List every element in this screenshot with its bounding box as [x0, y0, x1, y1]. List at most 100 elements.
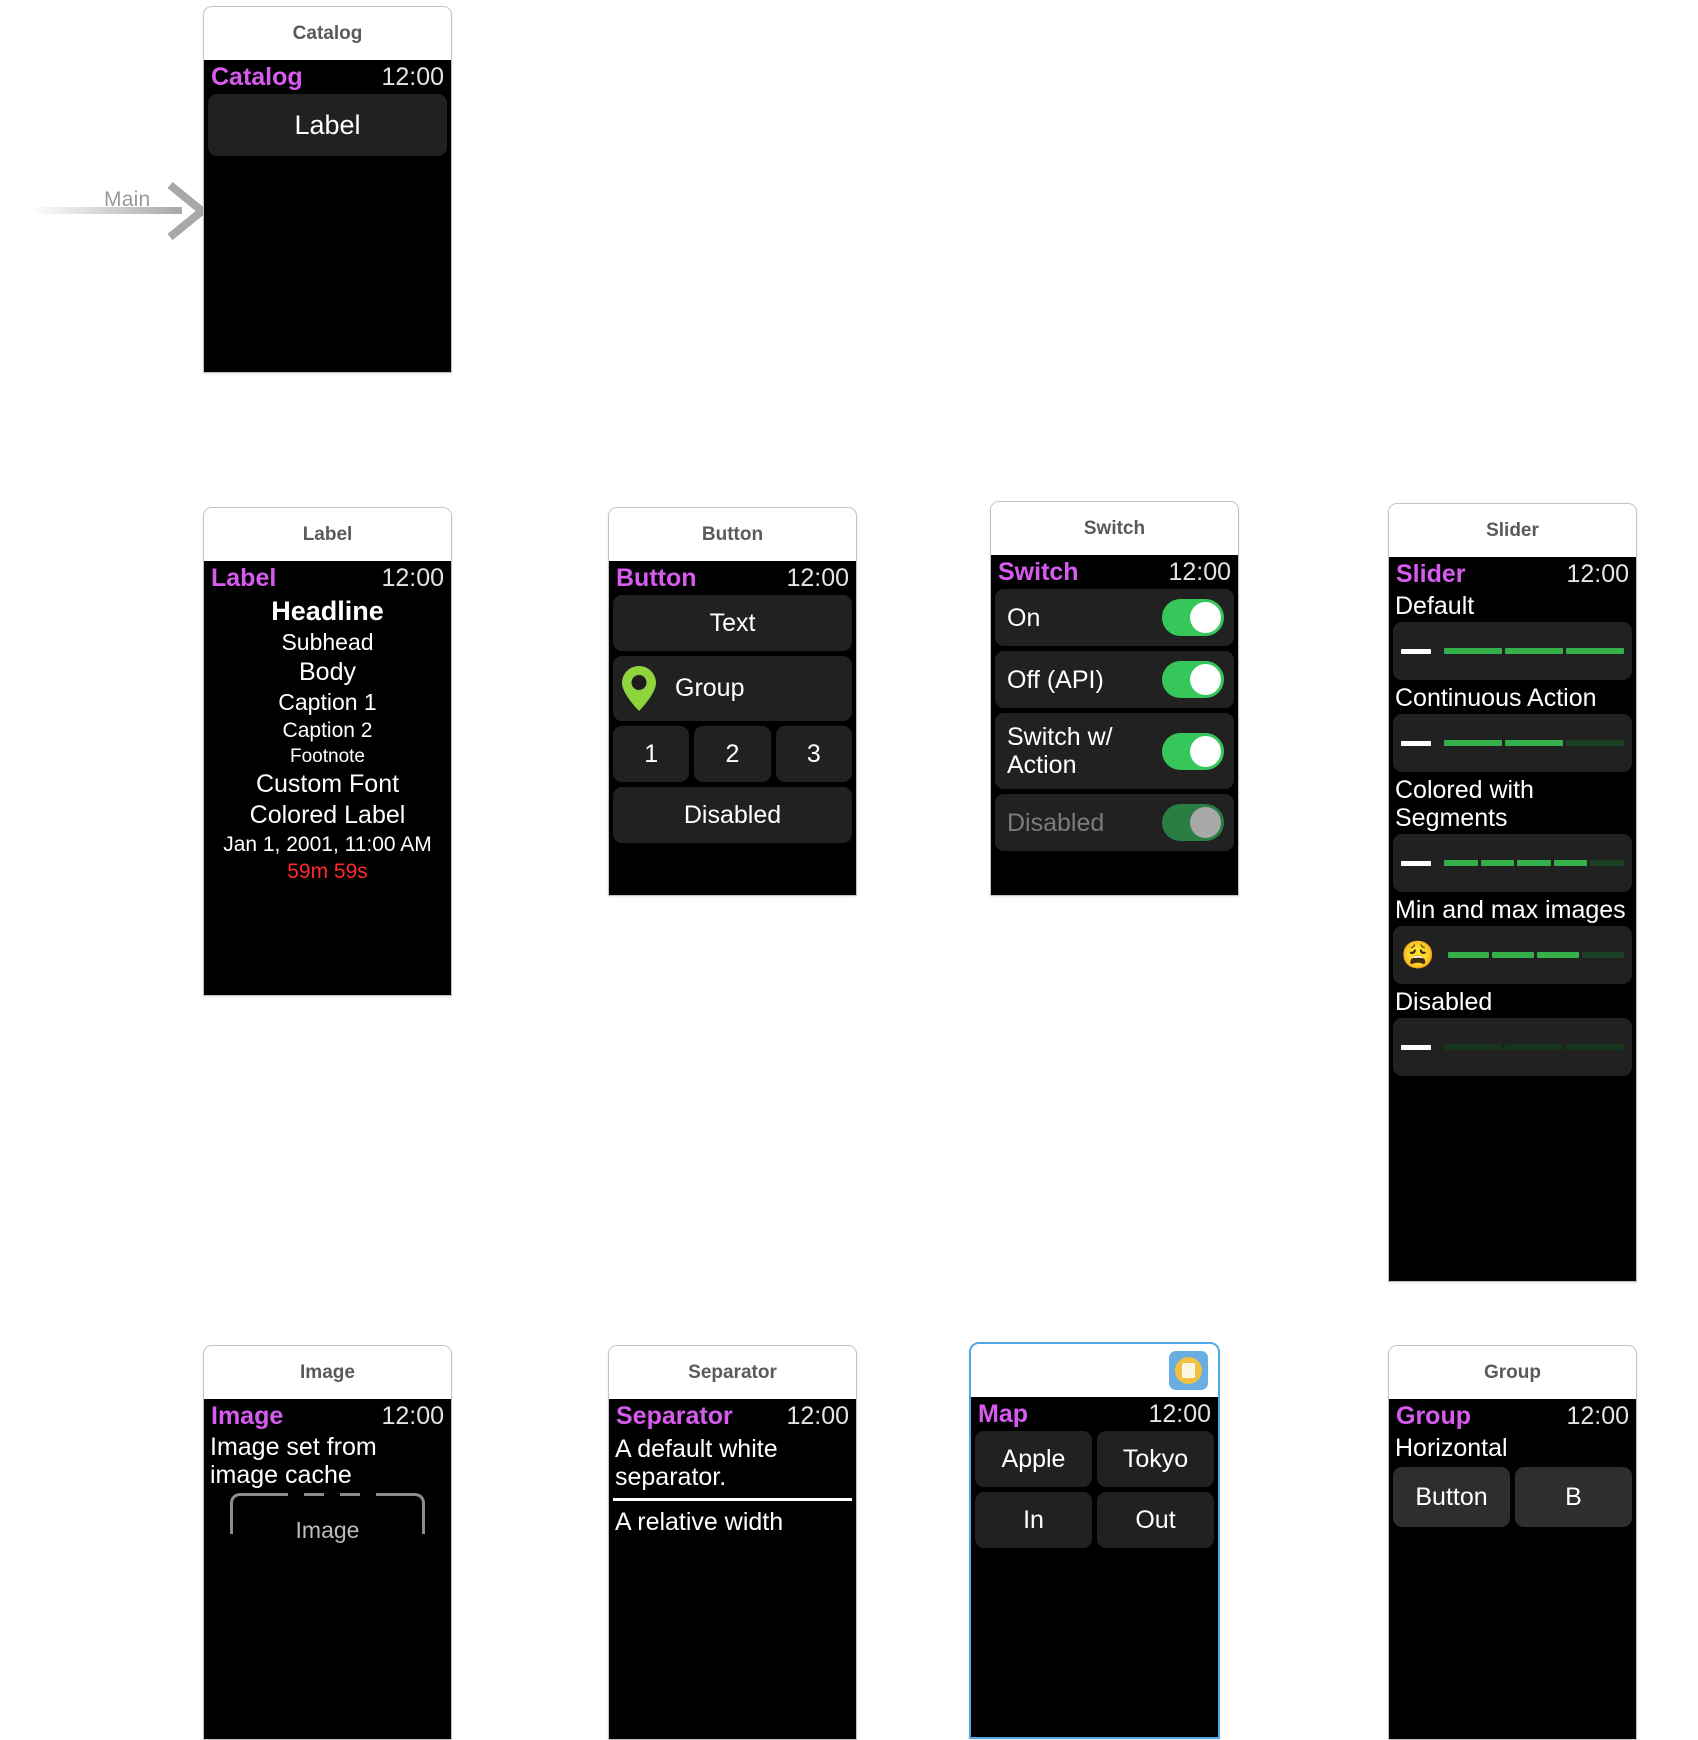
- status-title: Separator: [616, 1401, 733, 1430]
- slider-disabled[interactable]: [1393, 1018, 1632, 1076]
- placeholder-corner-top-left: [230, 1493, 271, 1534]
- group-button[interactable]: Group: [613, 656, 852, 721]
- status-time: 12:00: [786, 563, 849, 592]
- scene-map[interactable]: Map 12:00 Apple Tokyo In Out: [969, 1342, 1220, 1739]
- watch-screen-map[interactable]: Map 12:00 Apple Tokyo In Out: [971, 1397, 1218, 1737]
- screen-body: Apple Tokyo In Out: [971, 1431, 1218, 1548]
- scene-group[interactable]: Group Group 12:00 Horizontal Button B: [1388, 1345, 1637, 1740]
- scene-separator[interactable]: Separator Separator 12:00 A default whit…: [608, 1345, 857, 1740]
- selected-scene-icon[interactable]: [1169, 1351, 1208, 1390]
- scene-titlebar-button[interactable]: Button: [609, 508, 856, 561]
- watch-screen-group[interactable]: Group 12:00 Horizontal Button B: [1389, 1399, 1636, 1739]
- entry-point-arrow: [30, 181, 205, 241]
- minus-icon[interactable]: [1401, 860, 1431, 866]
- separator-text-2: A relative width: [615, 1508, 784, 1536]
- status-title: Group: [1396, 1401, 1471, 1430]
- label-caption-2: Caption 2: [282, 719, 373, 742]
- group-button-1[interactable]: Button: [1393, 1467, 1510, 1527]
- disabled-button[interactable]: Disabled: [613, 787, 852, 843]
- status-time: 12:00: [1148, 1399, 1211, 1428]
- slider-bar[interactable]: [1444, 1044, 1624, 1050]
- status-bar: Label 12:00: [204, 561, 451, 595]
- slider-default[interactable]: [1393, 622, 1632, 680]
- slider-bar[interactable]: [1444, 648, 1624, 654]
- label-colored: Colored Label: [249, 801, 406, 829]
- scene-button[interactable]: Button Button 12:00 Text Group 1 2 3 Dis…: [608, 507, 857, 896]
- switch-row-off-api[interactable]: Off (API): [995, 651, 1234, 708]
- map-button-apple[interactable]: Apple: [975, 1431, 1092, 1487]
- placeholder-dashed-edge: [268, 1493, 387, 1496]
- screen-body: A default white separator. A relative wi…: [609, 1433, 856, 1538]
- scene-catalog[interactable]: Catalog Catalog 12:00 Label: [203, 6, 452, 373]
- map-button-tokyo[interactable]: Tokyo: [1097, 1431, 1214, 1487]
- group-button-2[interactable]: B: [1515, 1467, 1632, 1527]
- slider-continuous-action[interactable]: [1393, 714, 1632, 772]
- slider-colored-segments[interactable]: [1393, 834, 1632, 892]
- slider-bar[interactable]: [1444, 860, 1624, 866]
- scene-title-label: Label: [302, 523, 353, 545]
- badge-inner-shape: [1182, 1363, 1195, 1378]
- switch-toggle[interactable]: [1162, 732, 1224, 770]
- group-caption: Horizontal: [1395, 1434, 1508, 1462]
- scene-titlebar-map[interactable]: [971, 1344, 1218, 1397]
- label-caption-1: Caption 1: [278, 689, 377, 715]
- scene-label[interactable]: Label Label 12:00 Headline Subhead Body …: [203, 507, 452, 996]
- label-subhead: Subhead: [281, 629, 374, 655]
- scene-titlebar-group[interactable]: Group: [1389, 1346, 1636, 1399]
- number-button-3[interactable]: 3: [775, 726, 852, 782]
- watch-screen-button[interactable]: Button 12:00 Text Group 1 2 3 Disabled: [609, 561, 856, 895]
- text-button[interactable]: Text: [613, 595, 852, 651]
- screen-body: Headline Subhead Body Caption 1 Caption …: [204, 595, 451, 885]
- catalog-row-label[interactable]: Label: [208, 94, 447, 156]
- switch-row-disabled[interactable]: Disabled: [995, 794, 1234, 851]
- status-bar: Image 12:00: [204, 1399, 451, 1433]
- watch-screen-label[interactable]: Label 12:00 Headline Subhead Body Captio…: [204, 561, 451, 995]
- scene-title-label: Group: [1484, 1361, 1541, 1383]
- screen-body: Horizontal Button B: [1389, 1433, 1636, 1527]
- toggle-knob: [1190, 664, 1221, 695]
- map-button-in[interactable]: In: [975, 1492, 1092, 1548]
- scene-titlebar-slider[interactable]: Slider: [1389, 504, 1636, 557]
- scene-titlebar-switch[interactable]: Switch: [991, 502, 1238, 555]
- image-placeholder[interactable]: Image: [208, 1493, 447, 1567]
- minus-icon[interactable]: [1401, 740, 1431, 746]
- watch-screen-image[interactable]: Image 12:00 Image set from image cache I…: [204, 1399, 451, 1739]
- watch-screen-catalog[interactable]: Catalog 12:00 Label: [204, 60, 451, 372]
- scene-title-label: Separator: [688, 1361, 777, 1383]
- scene-titlebar-catalog[interactable]: Catalog: [204, 7, 451, 60]
- map-button-grid: Apple Tokyo In Out: [975, 1431, 1214, 1548]
- scene-slider[interactable]: Slider Slider 12:00 Default Continuous A…: [1388, 503, 1637, 1282]
- minus-icon[interactable]: [1401, 1044, 1431, 1050]
- status-title: Map: [978, 1399, 1028, 1428]
- scene-titlebar-image[interactable]: Image: [204, 1346, 451, 1399]
- label-headline: Headline: [271, 596, 384, 626]
- watch-screen-switch[interactable]: Switch 12:00 On Off (API) Switch w/ Acti…: [991, 555, 1238, 895]
- switch-toggle[interactable]: [1162, 599, 1224, 636]
- number-button-1[interactable]: 1: [613, 726, 690, 782]
- switch-row-with-action[interactable]: Switch w/ Action: [995, 713, 1234, 789]
- storyboard-canvas[interactable]: Main Catalog Catalog 12:00 Label Label L…: [0, 0, 1698, 1740]
- switch-row-on[interactable]: On: [995, 589, 1234, 646]
- scene-image[interactable]: Image Image 12:00 Image set from image c…: [203, 1345, 452, 1740]
- scene-titlebar-label[interactable]: Label: [204, 508, 451, 561]
- slider-bar[interactable]: [1444, 740, 1624, 746]
- scene-titlebar-separator[interactable]: Separator: [609, 1346, 856, 1399]
- minus-icon[interactable]: [1401, 648, 1431, 654]
- status-time: 12:00: [1566, 1401, 1629, 1430]
- scene-switch[interactable]: Switch Switch 12:00 On Off (API) Switch …: [990, 501, 1239, 896]
- slider-bar[interactable]: [1447, 952, 1624, 958]
- scene-title-label: Image: [300, 1361, 355, 1383]
- slider-min-max-images[interactable]: 😩: [1393, 926, 1632, 984]
- switch-toggle[interactable]: [1162, 661, 1224, 698]
- watch-screen-slider[interactable]: Slider 12:00 Default Continuous Action C…: [1389, 557, 1636, 1281]
- label-timer: 59m 59s: [287, 860, 368, 883]
- screen-body: Default Continuous Action Colored with S…: [1389, 591, 1636, 1076]
- weary-face-emoji[interactable]: 😩: [1401, 941, 1435, 969]
- switch-toggle[interactable]: [1162, 804, 1224, 841]
- watch-screen-separator[interactable]: Separator 12:00 A default white separato…: [609, 1399, 856, 1739]
- screen-body: Text Group 1 2 3 Disabled: [609, 595, 856, 843]
- status-bar: Catalog 12:00: [204, 60, 451, 94]
- number-button-2[interactable]: 2: [694, 726, 771, 782]
- scene-title-label: Switch: [1083, 517, 1146, 539]
- map-button-out[interactable]: Out: [1097, 1492, 1214, 1548]
